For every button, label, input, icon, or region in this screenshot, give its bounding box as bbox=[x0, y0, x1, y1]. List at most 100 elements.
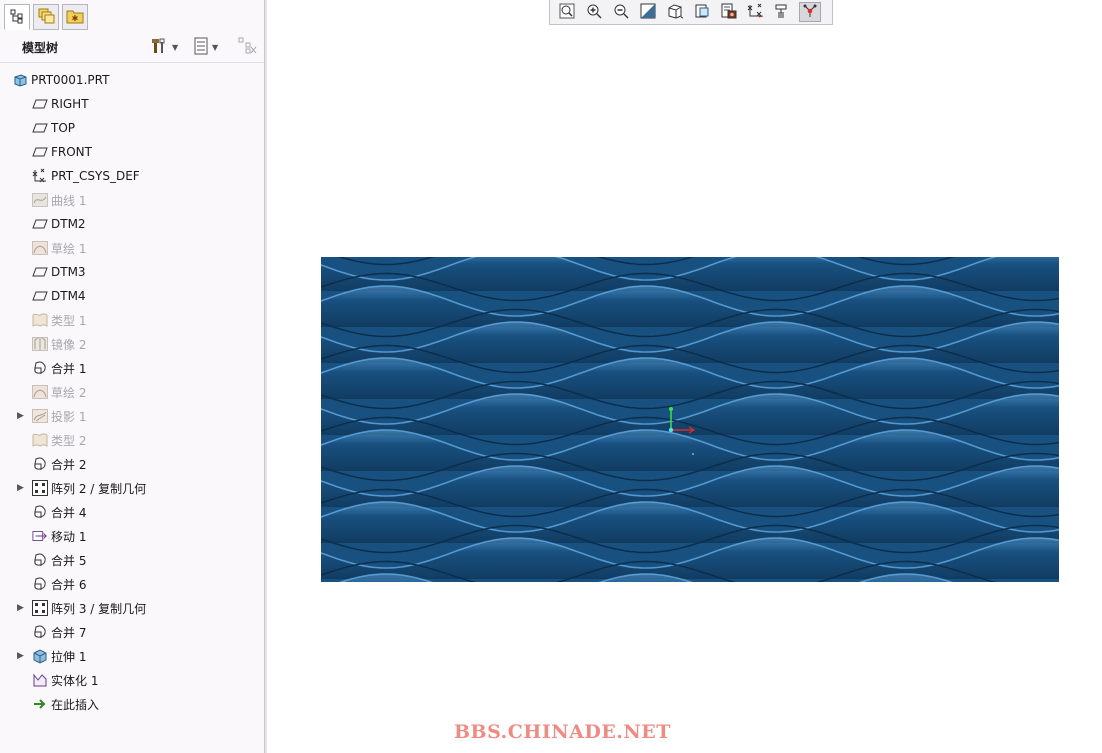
zoom-in-icon bbox=[586, 3, 602, 22]
model-tree-icon bbox=[9, 8, 25, 27]
chevron-down-icon: ▼ bbox=[212, 42, 219, 52]
merge-icon bbox=[32, 576, 48, 592]
model-tree-header: 模型树 ▼ ▼ bbox=[0, 34, 264, 63]
zoom-out-button[interactable] bbox=[610, 2, 632, 22]
panel-title: 模型树 bbox=[22, 41, 59, 55]
tab-model-tree[interactable] bbox=[4, 4, 30, 30]
datum-display-button[interactable] bbox=[745, 2, 767, 22]
tree-item[interactable]: PRT0001.PRT bbox=[0, 68, 264, 92]
display-style-icon bbox=[667, 3, 684, 22]
annotation-display-button[interactable] bbox=[772, 2, 794, 22]
sketch-icon bbox=[32, 240, 48, 256]
saved-orientations-button[interactable] bbox=[691, 2, 713, 22]
settings-dropdown[interactable]: ▼ bbox=[151, 38, 178, 56]
show-dropdown[interactable]: ▼ bbox=[193, 37, 219, 58]
tree-item-label: 投影 1 bbox=[51, 409, 87, 424]
tree-item[interactable]: DTM2 bbox=[0, 212, 264, 236]
tree-item[interactable]: 移动 1 bbox=[0, 524, 264, 548]
chevron-down-icon: ▼ bbox=[172, 42, 179, 52]
move-icon bbox=[32, 528, 48, 544]
solidify-icon bbox=[32, 672, 48, 688]
tab-layers[interactable] bbox=[33, 4, 59, 30]
graphics-window[interactable] bbox=[321, 257, 1059, 582]
refit-icon bbox=[559, 3, 575, 22]
spin-center-icon bbox=[802, 3, 818, 22]
tree-item-label: TOP bbox=[51, 121, 76, 135]
tree-item-label: 合并 5 bbox=[51, 553, 87, 568]
tree-item-label: 拉伸 1 bbox=[51, 649, 87, 664]
curve-icon bbox=[32, 192, 48, 208]
tree-item-label: 类型 1 bbox=[51, 313, 87, 328]
tree-item[interactable]: 镜像 2 bbox=[0, 332, 264, 356]
repaint-icon bbox=[640, 3, 656, 22]
tree-item[interactable]: 合并 6 bbox=[0, 572, 264, 596]
tree-item[interactable]: DTM3 bbox=[0, 260, 264, 284]
view-manager-icon bbox=[721, 3, 737, 22]
expand-arrow-icon[interactable]: ▶ bbox=[17, 411, 27, 421]
merge-icon bbox=[32, 552, 48, 568]
tree-filter-button[interactable] bbox=[238, 37, 258, 56]
tree-item-label: 镜像 2 bbox=[51, 337, 87, 352]
tree-item[interactable]: ▶ 阵列 3 / 复制几何 bbox=[0, 596, 264, 620]
tree-item-label: PRT0001.PRT bbox=[31, 73, 110, 87]
tree-item[interactable]: 草绘 1 bbox=[0, 236, 264, 260]
pattern-icon bbox=[32, 600, 48, 616]
tree-item[interactable]: FRONT bbox=[0, 140, 264, 164]
style-icon bbox=[32, 312, 48, 328]
csys-icon bbox=[32, 168, 48, 184]
model-tree: PRT0001.PRT RIGHT TOP FRONT PRT_CSYS_DEF 曲线 1… bbox=[0, 68, 264, 716]
expand-arrow-icon[interactable]: ▶ bbox=[17, 483, 27, 493]
expand-arrow-icon[interactable]: ▶ bbox=[17, 603, 27, 613]
tree-item[interactable]: 合并 5 bbox=[0, 548, 264, 572]
tree-item[interactable]: 类型 2 bbox=[0, 428, 264, 452]
tree-item[interactable]: ▶ 投影 1 bbox=[0, 404, 264, 428]
tree-item-label: 移动 1 bbox=[51, 529, 87, 544]
tree-item-label: 合并 6 bbox=[51, 577, 87, 592]
list-icon bbox=[193, 37, 209, 58]
tools-icon bbox=[151, 37, 169, 58]
datum-display-icon bbox=[747, 3, 765, 22]
tree-item[interactable]: RIGHT bbox=[0, 92, 264, 116]
tree-item-label: 阵列 2 / 复制几何 bbox=[51, 481, 147, 496]
tree-item[interactable]: 类型 1 bbox=[0, 308, 264, 332]
tree-item[interactable]: ▶ 阵列 2 / 复制几何 bbox=[0, 476, 264, 500]
panel-divider[interactable] bbox=[265, 0, 267, 753]
extrude-icon bbox=[32, 648, 48, 664]
watermark: BBS.CHINADE.NET bbox=[454, 721, 671, 743]
tree-item[interactable]: PRT_CSYS_DEF bbox=[0, 164, 264, 188]
tab-favorites[interactable]: ✱ bbox=[62, 4, 88, 30]
display-style-button[interactable] bbox=[664, 2, 686, 22]
tree-item-label: PRT_CSYS_DEF bbox=[51, 169, 140, 183]
tree-item[interactable]: ▶ 拉伸 1 bbox=[0, 644, 264, 668]
view-manager-button[interactable] bbox=[718, 2, 740, 22]
project-icon bbox=[32, 408, 48, 424]
datum-plane-icon bbox=[32, 120, 48, 136]
tree-item[interactable]: TOP bbox=[0, 116, 264, 140]
part-icon bbox=[12, 72, 28, 88]
repaint-button[interactable] bbox=[637, 2, 659, 22]
datum-plane-icon bbox=[32, 144, 48, 160]
tree-item[interactable]: 合并 7 bbox=[0, 620, 264, 644]
tree-item-label: DTM4 bbox=[51, 289, 86, 303]
svg-text:✱: ✱ bbox=[72, 14, 79, 23]
tree-item[interactable]: DTM4 bbox=[0, 284, 264, 308]
tree-item[interactable]: 合并 2 bbox=[0, 452, 264, 476]
expand-arrow-icon[interactable]: ▶ bbox=[17, 651, 27, 661]
tree-item[interactable]: 合并 1 bbox=[0, 356, 264, 380]
tree-item[interactable]: 在此插入 bbox=[0, 692, 264, 716]
zoom-in-button[interactable] bbox=[583, 2, 605, 22]
insert-here-icon bbox=[32, 696, 48, 712]
refit-button[interactable] bbox=[556, 2, 578, 22]
tree-item-label: 草绘 1 bbox=[51, 241, 87, 256]
tree-item[interactable]: 草绘 2 bbox=[0, 380, 264, 404]
tree-item-label: 类型 2 bbox=[51, 433, 87, 448]
tree-item[interactable]: 实体化 1 bbox=[0, 668, 264, 692]
model-tree-panel: ✱ 模型树 ▼ ▼ PRT0001.PRT RIGHT TOP FRONT PRT_CS… bbox=[0, 0, 265, 753]
tree-item-label: 合并 2 bbox=[51, 457, 87, 472]
folder-favorite-icon: ✱ bbox=[66, 8, 84, 27]
tree-item[interactable]: 曲线 1 bbox=[0, 188, 264, 212]
tree-item[interactable]: 合并 4 bbox=[0, 500, 264, 524]
tree-item-label: DTM2 bbox=[51, 217, 86, 231]
spin-center-button[interactable] bbox=[799, 2, 821, 22]
mirror-icon bbox=[32, 336, 48, 352]
